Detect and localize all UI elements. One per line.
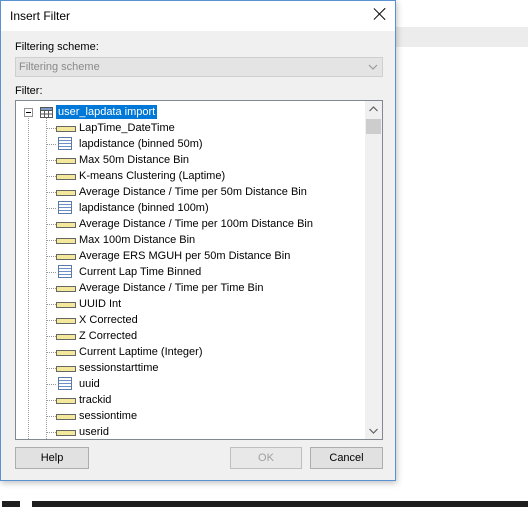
filtering-scheme-value: Filtering scheme [19, 61, 100, 73]
tree-item-label: sessionstarttime [79, 362, 159, 374]
insert-filter-dialog: Insert Filter Filtering scheme: Filterin… [0, 0, 396, 481]
numeric-column-icon [56, 302, 76, 308]
close-icon[interactable] [373, 7, 387, 21]
tree-item[interactable]: Max 50m Distance Bin [16, 152, 368, 168]
numeric-column-icon [56, 366, 76, 372]
background-bar [2, 501, 20, 507]
tree-item[interactable]: sessionstarttime [16, 360, 368, 376]
tree-item[interactable]: LapTime_DateTime [16, 120, 368, 136]
numeric-column-icon [56, 158, 76, 164]
tree-item-label: K-means Clustering (Laptime) [79, 170, 226, 182]
tree-item[interactable]: Z Corrected [16, 328, 368, 344]
tree-item-label: lapdistance (binned 50m) [79, 138, 203, 150]
tree-item[interactable]: trackid [16, 392, 368, 408]
numeric-column-icon [56, 126, 76, 132]
tree-item-label: lapdistance (binned 100m) [79, 202, 209, 214]
numeric-column-icon [56, 222, 76, 228]
tree-item[interactable]: lapdistance (binned 50m) [16, 136, 368, 152]
tree-item-label: uuid [79, 378, 100, 390]
tree-item-label: Average Distance / Time per 50m Distance… [79, 186, 307, 198]
numeric-column-icon [56, 334, 76, 340]
tree-item[interactable]: UUID Int [16, 296, 368, 312]
background-app-strip [396, 27, 528, 47]
scroll-thumb[interactable] [366, 119, 381, 134]
tree-item-label: LapTime_DateTime [79, 122, 175, 134]
filtering-scheme-label: Filtering scheme: [15, 41, 99, 53]
tree-item[interactable]: userid [16, 424, 368, 439]
binned-column-icon [58, 377, 72, 390]
tree-item[interactable]: Current Lap Time Binned [16, 264, 368, 280]
numeric-column-icon [56, 398, 76, 404]
binned-column-icon [58, 265, 72, 278]
tree-item[interactable]: K-means Clustering (Laptime) [16, 168, 368, 184]
tree-item[interactable]: Current Laptime (Integer) [16, 344, 368, 360]
tree-item[interactable]: Average Distance / Time per 50m Distance… [16, 184, 368, 200]
tree-item[interactable]: Average Distance / Time per 100m Distanc… [16, 216, 368, 232]
tree-item-label: UUID Int [79, 298, 122, 310]
tree-item[interactable]: lapdistance (binned 100m) [16, 200, 368, 216]
numeric-column-icon [56, 414, 76, 420]
tree-item[interactable]: Max 100m Distance Bin [16, 232, 368, 248]
numeric-column-icon [56, 318, 76, 324]
vertical-scrollbar[interactable] [365, 101, 382, 439]
tree-root[interactable]: user_lapdata import [16, 104, 368, 120]
title-bar: Insert Filter [1, 1, 395, 31]
numeric-column-icon [56, 254, 76, 260]
binned-column-icon [58, 137, 72, 150]
numeric-column-icon [56, 286, 76, 292]
scroll-up-icon[interactable] [365, 101, 382, 118]
filtering-scheme-dropdown[interactable]: Filtering scheme [15, 57, 383, 77]
tree-item-label: Average Distance / Time per Time Bin [79, 282, 264, 294]
tree-root-label: user_lapdata import [56, 105, 158, 119]
dialog-title: Insert Filter [10, 9, 71, 23]
numeric-column-icon [56, 430, 76, 436]
ok-button[interactable]: OK [230, 447, 302, 469]
tree-item-label: Max 50m Distance Bin [79, 154, 190, 166]
table-icon [40, 107, 53, 118]
filter-label: Filter: [15, 85, 43, 97]
tree-item-label: Z Corrected [79, 330, 138, 342]
tree-item-label: X Corrected [79, 314, 138, 326]
tree-item[interactable]: Average ERS MGUH per 50m Distance Bin [16, 248, 368, 264]
tree-item-label: Average ERS MGUH per 50m Distance Bin [79, 250, 291, 262]
tree-item[interactable]: X Corrected [16, 312, 368, 328]
chevron-down-icon [368, 64, 378, 70]
tree-item-label: Average Distance / Time per 100m Distanc… [79, 218, 313, 230]
tree-item-label: trackid [79, 394, 112, 406]
tree-item[interactable]: sessiontime [16, 408, 368, 424]
numeric-column-icon [56, 190, 76, 196]
background-bar [32, 501, 528, 507]
tree-item-label: userid [79, 426, 109, 438]
filter-tree[interactable]: user_lapdata import LapTime_DateTimelapd… [15, 100, 383, 440]
tree-item-label: sessiontime [79, 410, 138, 422]
binned-column-icon [58, 201, 72, 214]
tree-item-label: Current Lap Time Binned [79, 266, 202, 278]
help-button[interactable]: Help [15, 447, 89, 469]
background-app-bottom [0, 489, 528, 507]
tree-item[interactable]: Average Distance / Time per Time Bin [16, 280, 368, 296]
scroll-down-icon[interactable] [365, 422, 382, 439]
numeric-column-icon [56, 238, 76, 244]
tree-item-label: Current Laptime (Integer) [79, 346, 203, 358]
tree-item-label: Max 100m Distance Bin [79, 234, 196, 246]
numeric-column-icon [56, 350, 76, 356]
cancel-button[interactable]: Cancel [310, 447, 383, 469]
numeric-column-icon [56, 174, 76, 180]
tree-item[interactable]: uuid [16, 376, 368, 392]
